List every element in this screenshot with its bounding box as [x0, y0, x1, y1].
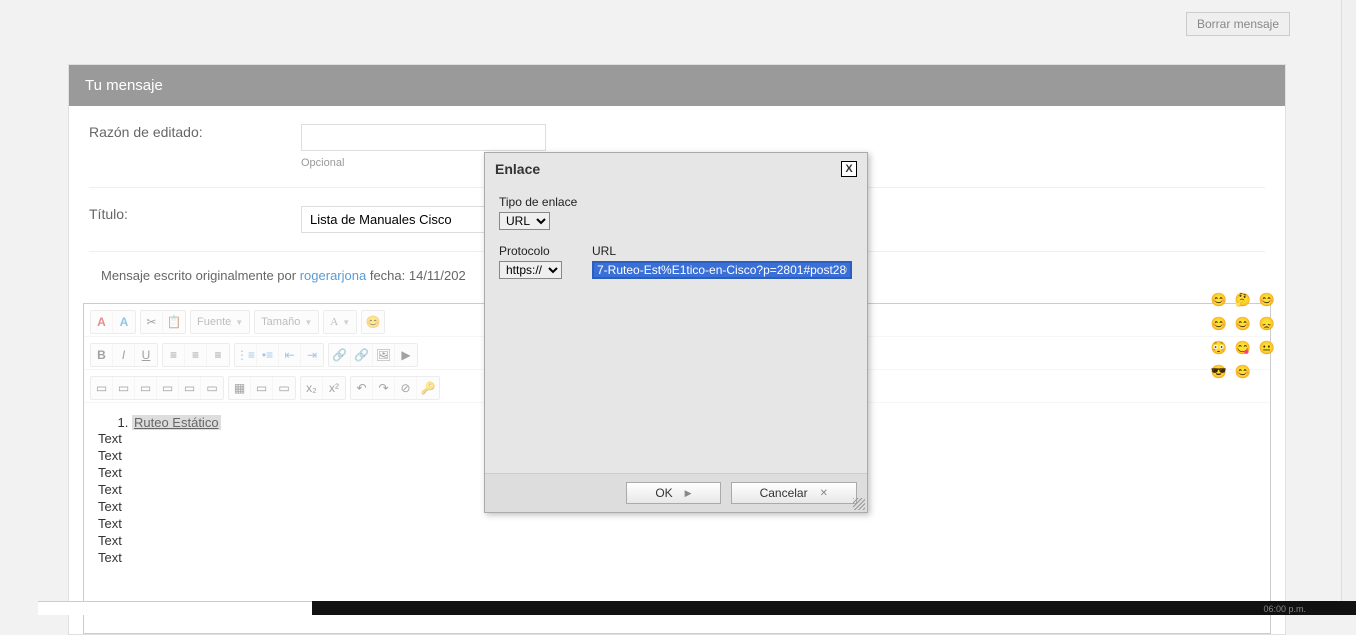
unlink-icon[interactable]: 🔗	[351, 344, 373, 366]
emoji-palette: 😊 🤔 😊 😊 😊 😞 😳 😋 😐 😎 😊	[1210, 291, 1276, 381]
link-type-select[interactable]: URL	[499, 212, 550, 230]
reason-input[interactable]	[301, 124, 546, 151]
tool-icon-5[interactable]: ▭	[179, 377, 201, 399]
link-icon[interactable]: 🔗	[329, 344, 351, 366]
emoji-icon[interactable]: 😞	[1258, 315, 1276, 333]
delete-message-button[interactable]: Borrar mensaje	[1186, 12, 1290, 36]
format-select[interactable]: A▼	[324, 311, 356, 333]
protocol-label: Protocolo	[499, 244, 562, 258]
image-icon[interactable]: 🖼	[373, 344, 395, 366]
size-select[interactable]: Tamaño▼	[255, 311, 318, 333]
panel-title: Tu mensaje	[69, 65, 1285, 106]
superscript-icon[interactable]: x²	[323, 377, 345, 399]
bold-icon[interactable]: B	[91, 344, 113, 366]
smiley-icon[interactable]: 😊	[362, 311, 384, 333]
text-line: Text	[98, 515, 1256, 532]
video-icon[interactable]: ▶	[395, 344, 417, 366]
paste-icon[interactable]: 📋	[163, 311, 185, 333]
table-icon[interactable]: ▦	[229, 377, 251, 399]
emoji-icon[interactable]: 😐	[1258, 339, 1276, 357]
align-right-icon[interactable]: ≡	[207, 344, 229, 366]
indent-icon[interactable]: ⇥	[301, 344, 323, 366]
url-input[interactable]	[592, 261, 852, 279]
linked-text[interactable]: Ruteo Estático	[132, 415, 221, 430]
outdent-icon[interactable]: ⇤	[279, 344, 301, 366]
tool-icon-3[interactable]: ▭	[135, 377, 157, 399]
redo-icon[interactable]: ↷	[373, 377, 395, 399]
tool-icon-4[interactable]: ▭	[157, 377, 179, 399]
emoji-icon[interactable]: 😋	[1234, 339, 1252, 357]
tool-icon-9[interactable]: ⊘	[395, 377, 417, 399]
italic-icon[interactable]: I	[113, 344, 135, 366]
emoji-icon[interactable]: 😊	[1234, 363, 1252, 381]
emoji-icon[interactable]: 😊	[1210, 315, 1228, 333]
tool-icon-1[interactable]: ▭	[91, 377, 113, 399]
page-scrollbar[interactable]	[1341, 0, 1356, 615]
underline-icon[interactable]: U	[135, 344, 157, 366]
tool-icon-7[interactable]: ▭	[251, 377, 273, 399]
resize-grip-icon[interactable]	[853, 498, 865, 510]
link-dialog: Enlace X Tipo de enlace URL Protocolo ht…	[484, 152, 868, 513]
tool-icon-6[interactable]: ▭	[201, 377, 223, 399]
close-icon[interactable]: X	[841, 161, 857, 177]
textcolor-icon[interactable]: A	[91, 311, 113, 333]
cut-icon[interactable]: ✂	[141, 311, 163, 333]
tool-icon-10[interactable]: 🔑	[417, 377, 439, 399]
emoji-icon[interactable]: 😊	[1234, 315, 1252, 333]
reason-label: Razón de editado:	[89, 124, 301, 169]
font-select[interactable]: Fuente▼	[191, 311, 249, 333]
emoji-icon[interactable]: 😎	[1210, 363, 1228, 381]
link-type-label: Tipo de enlace	[499, 195, 853, 209]
text-line: Text	[98, 549, 1256, 566]
list-ordered-icon[interactable]: ⋮≡	[235, 344, 257, 366]
bgcolor-icon[interactable]: A	[113, 311, 135, 333]
ok-button[interactable]: OK▶	[626, 482, 720, 504]
list-unordered-icon[interactable]: •≡	[257, 344, 279, 366]
user-link[interactable]: rogerarjona	[300, 268, 367, 283]
subscript-icon[interactable]: x₂	[301, 377, 323, 399]
tool-icon-2[interactable]: ▭	[113, 377, 135, 399]
align-left-icon[interactable]: ≡	[163, 344, 185, 366]
dialog-title: Enlace	[495, 161, 540, 177]
taskbar-clock: 06:00 p.m.	[1263, 604, 1306, 614]
text-line: Text	[98, 532, 1256, 549]
cancel-button[interactable]: Cancelar✕	[731, 482, 857, 504]
emoji-icon[interactable]: 😳	[1210, 339, 1228, 357]
emoji-icon[interactable]: 🤔	[1234, 291, 1252, 309]
align-center-icon[interactable]: ≡	[185, 344, 207, 366]
url-label: URL	[592, 244, 853, 258]
taskbar-start[interactable]	[38, 601, 312, 615]
undo-icon[interactable]: ↶	[351, 377, 373, 399]
tool-icon-8[interactable]: ▭	[273, 377, 295, 399]
emoji-icon[interactable]: 😊	[1258, 291, 1276, 309]
protocol-select[interactable]: https://	[499, 261, 562, 279]
title-label: Título:	[89, 206, 301, 233]
emoji-icon[interactable]: 😊	[1210, 291, 1228, 309]
